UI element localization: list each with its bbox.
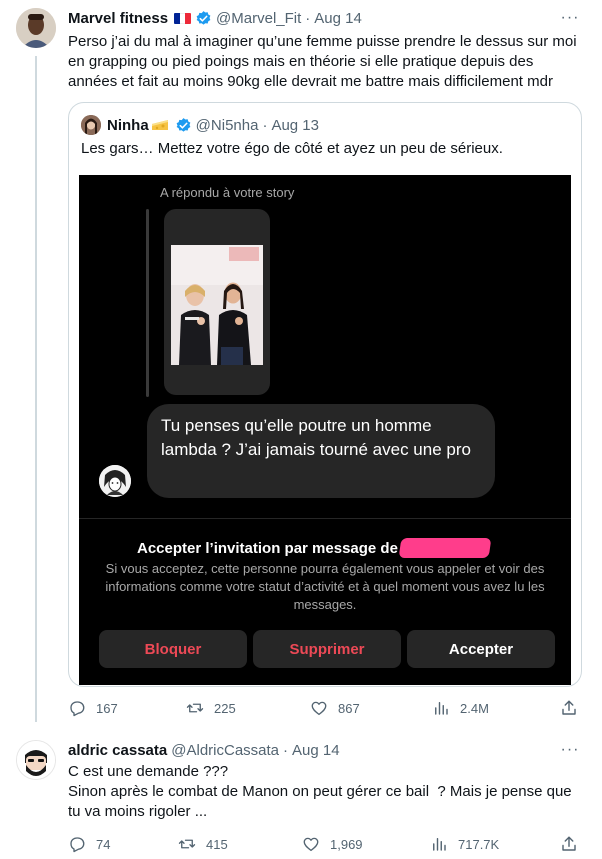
reply-button[interactable]: 167 [68, 699, 118, 717]
share-button[interactable] [560, 835, 588, 853]
handle[interactable]: @Marvel_Fit [216, 10, 301, 27]
tweet-actions: 167 225 867 2.4M [68, 698, 586, 718]
reply-icon [70, 701, 85, 717]
story-thumbnail [164, 209, 270, 395]
tweet-actions: 74 415 1,969 717.7K [68, 834, 586, 854]
share-icon [562, 836, 576, 851]
accept-button: Accepter [407, 630, 555, 668]
quote-timestamp[interactable]: Aug 13 [271, 117, 319, 134]
delete-button: Supprimer [253, 630, 401, 668]
reply-count: 74 [96, 836, 111, 852]
more-options-icon[interactable]: ··· [560, 8, 580, 28]
invitation-title-text: Accepter l’invitation par message de [137, 539, 398, 557]
timestamp[interactable]: Aug 14 [292, 742, 340, 759]
quote-header: Ninha @Ni5nha · Aug 13 [81, 115, 319, 135]
quoted-tweet[interactable]: Ninha @Ni5nha · Aug 13 Les gars… Mettez … [68, 102, 582, 687]
redacted-username [398, 538, 492, 558]
divider [79, 518, 571, 519]
like-button[interactable]: 867 [310, 699, 360, 717]
reply-icon [70, 837, 85, 853]
reply-indicator-bar [146, 209, 149, 397]
display-name[interactable]: aldric cassata [68, 742, 167, 759]
quote-display-name[interactable]: Ninha [107, 117, 149, 134]
french-flag-icon [174, 12, 192, 24]
views-count: 717.7K [458, 836, 500, 852]
handle[interactable]: @AldricCassata [171, 742, 279, 759]
share-button[interactable] [560, 699, 588, 717]
story-photo [171, 245, 263, 365]
views-icon [433, 838, 446, 851]
more-options-icon[interactable]: ··· [560, 740, 580, 760]
cheese-emoji-icon [151, 120, 168, 130]
tweet-header: Marvel fitness @Marvel_Fit · Aug 14 [68, 8, 362, 28]
reply-count: 167 [96, 700, 118, 716]
reply-button[interactable]: 74 [68, 835, 110, 853]
thread-line [35, 56, 37, 722]
views-icon [435, 702, 448, 715]
views-count: 2.4M [460, 700, 489, 716]
replied-to-story-label: A répondu à votre story [160, 185, 295, 200]
verified-badge-icon [176, 117, 191, 132]
repost-icon [186, 703, 204, 713]
repost-button[interactable]: 415 [178, 835, 228, 853]
sender-avatar [99, 465, 131, 497]
quote-text: Les gars… Mettez votre égo de côté et ay… [81, 140, 503, 157]
tweet-text: Perso j’ai du mal à imaginer qu’une femm… [68, 33, 577, 90]
dm-message-bubble: Tu penses qu’elle poutre un homme lambda… [147, 404, 495, 498]
like-icon [311, 701, 327, 716]
like-button[interactable]: 1,969 [302, 835, 363, 853]
repost-count: 415 [206, 836, 228, 852]
avatar[interactable] [16, 740, 56, 780]
views-button[interactable]: 717.7K [430, 835, 499, 853]
verified-badge-icon [196, 10, 211, 25]
tweet-header: aldric cassata @AldricCassata · Aug 14 [68, 740, 340, 760]
separator: · [262, 116, 268, 134]
quote-handle[interactable]: @Ni5nha [196, 117, 259, 134]
repost-button[interactable]: 225 [186, 699, 236, 717]
avatar[interactable] [16, 8, 56, 48]
invitation-title: Accepter l’invitation par message de [137, 538, 492, 558]
like-icon [303, 837, 319, 852]
quote-avatar [81, 115, 101, 135]
repost-count: 225 [214, 700, 236, 716]
block-button: Bloquer [99, 630, 247, 668]
display-name[interactable]: Marvel fitness [68, 10, 168, 27]
separator: · [283, 741, 289, 759]
separator: · [305, 9, 311, 27]
views-button[interactable]: 2.4M [432, 699, 489, 717]
share-icon [562, 700, 576, 715]
invitation-description: Si vous acceptez, cette personne pourra … [105, 561, 545, 612]
like-count: 1,969 [330, 836, 363, 852]
tweet-text: C est une demande ??? Sinon après le com… [68, 763, 572, 820]
timestamp[interactable]: Aug 14 [314, 10, 362, 27]
dm-screenshot-image[interactable]: A répondu à votre story Tu penses qu’ell… [79, 175, 571, 685]
like-count: 867 [338, 700, 360, 716]
repost-icon [178, 839, 196, 849]
